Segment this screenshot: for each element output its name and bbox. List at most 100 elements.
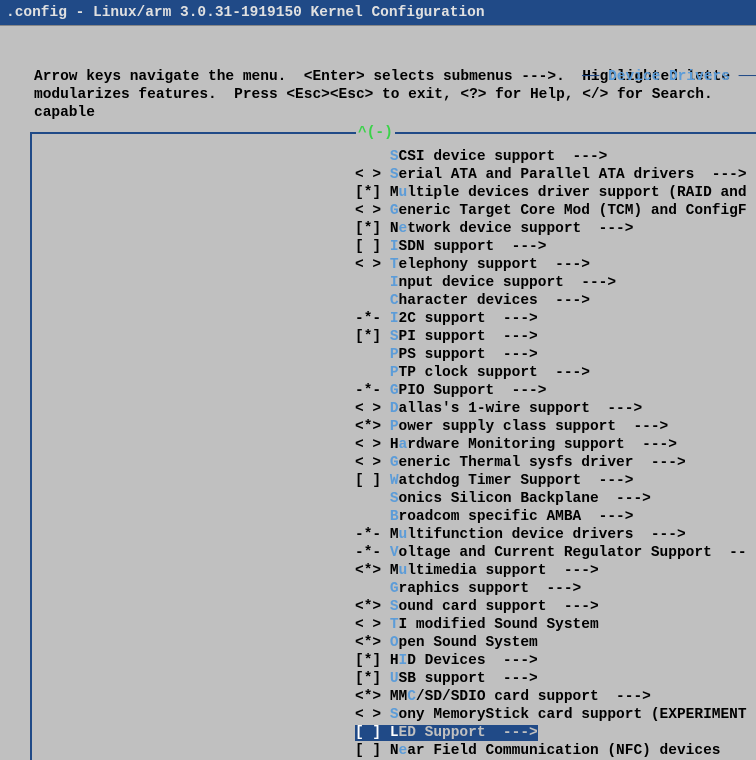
menu-item[interactable]: -*- GPIO Support ---> [355, 382, 756, 400]
item-label: haracter devices ---> [399, 293, 590, 309]
menu-item[interactable]: < > Serial ATA and Parallel ATA drivers … [355, 166, 756, 184]
item-state: < > [355, 167, 390, 183]
item-state [355, 581, 390, 597]
hotkey-char: V [390, 545, 399, 561]
item-state: [*] [355, 653, 390, 669]
item-label: ound card support ---> [399, 599, 599, 615]
item-label: SB support ---> [399, 671, 538, 687]
menu-item[interactable]: Sonics Silicon Backplane ---> [355, 490, 756, 508]
item-state [355, 347, 390, 363]
item-label: oltage and Current Regulator Support -- [399, 545, 747, 561]
item-label: ower supply class support ---> [399, 419, 669, 435]
item-state: [ ] [355, 239, 390, 255]
hotkey-char: u [399, 527, 408, 543]
menu-item[interactable]: < > Dallas's 1-wire support ---> [355, 400, 756, 418]
item-label: TP clock support ---> [399, 365, 590, 381]
section-header: ── Device Drivers ── [582, 68, 756, 86]
menu-item[interactable]: <*> Sound card support ---> [355, 598, 756, 616]
menu-item[interactable]: Graphics support ---> [355, 580, 756, 598]
menu-frame: ^(-) SCSI device support --->< > Serial … [30, 132, 756, 760]
menu-item[interactable]: < > TI modified Sound System [355, 616, 756, 634]
menu-list[interactable]: SCSI device support --->< > Serial ATA a… [32, 148, 756, 760]
main-area: ── Device Drivers ── Arrow keys navigate… [0, 26, 756, 760]
hotkey-char: S [390, 149, 399, 165]
item-label: raphics support ---> [399, 581, 582, 597]
menu-item[interactable]: <*> Open Sound System [355, 634, 756, 652]
item-state: <*> [355, 563, 390, 579]
menu-item[interactable]: [*] Network device support ---> [355, 220, 756, 238]
item-state: [*] [355, 221, 390, 237]
item-state: < > [355, 455, 390, 471]
window-titlebar: .config - Linux/arm 3.0.31-1919150 Kerne… [0, 0, 756, 26]
menu-item[interactable]: < > Hardware Monitoring support ---> [355, 436, 756, 454]
menu-item[interactable]: [ ] Near Field Communication (NFC) devic… [355, 742, 756, 760]
item-state: <*> [355, 635, 390, 651]
hotkey-char: P [390, 419, 399, 435]
item-label: D Devices ---> [407, 653, 538, 669]
menu-item[interactable]: < > Generic Target Core Mod (TCM) and Co… [355, 202, 756, 220]
item-label: /SD/SDIO card support ---> [416, 689, 651, 705]
menu-item[interactable]: [ ] Watchdog Timer Support ---> [355, 472, 756, 490]
item-state: < > [355, 437, 390, 453]
hotkey-char: u [399, 563, 408, 579]
item-state [355, 275, 390, 291]
menu-item[interactable]: Character devices ---> [355, 292, 756, 310]
hotkey-char: S [390, 167, 399, 183]
hotkey-char: C [407, 689, 416, 705]
menu-item[interactable]: SCSI device support ---> [355, 148, 756, 166]
item-label: eneric Target Core Mod (TCM) and ConfigF [399, 203, 747, 219]
menu-item[interactable]: Input device support ---> [355, 274, 756, 292]
menu-item[interactable]: [*] USB support ---> [355, 670, 756, 688]
item-state: <*> [355, 689, 390, 705]
item-label: eneric Thermal sysfs driver ---> [399, 455, 686, 471]
item-state: <*> [355, 419, 390, 435]
hotkey-char: u [399, 185, 408, 201]
hotkey-char: I [399, 653, 408, 669]
menu-item[interactable]: < > Generic Thermal sysfs driver ---> [355, 454, 756, 472]
item-state: < > [355, 203, 390, 219]
menu-item[interactable]: [*] SPI support ---> [355, 328, 756, 346]
item-label: ar Field Communication (NFC) devices [407, 743, 720, 759]
menu-item[interactable]: [ ] LED Support ---> [355, 724, 756, 742]
item-state: [*] [355, 329, 390, 345]
item-state: < > [355, 257, 390, 273]
menu-item[interactable]: < > Telephony support ---> [355, 256, 756, 274]
item-label: ltimedia support ---> [407, 563, 598, 579]
item-state [355, 149, 390, 165]
hotkey-char: G [390, 581, 399, 597]
item-label: rdware Monitoring support ---> [407, 437, 677, 453]
hotkey-char: I [390, 311, 399, 327]
item-state: [ ] [355, 743, 390, 759]
menu-item[interactable]: PTP clock support ---> [355, 364, 756, 382]
menu-item[interactable]: PPS support ---> [355, 346, 756, 364]
hotkey-char: C [390, 293, 399, 309]
item-state: [*] [355, 185, 390, 201]
menu-item[interactable]: [ ] ISDN support ---> [355, 238, 756, 256]
item-label: ltiple devices driver support (RAID and [407, 185, 746, 201]
hotkey-char: e [399, 221, 408, 237]
menu-item[interactable]: Broadcom specific AMBA ---> [355, 508, 756, 526]
item-label: atchdog Timer Support ---> [399, 473, 634, 489]
menu-item[interactable]: < > Sony MemoryStick card support (EXPER… [355, 706, 756, 724]
menu-item[interactable]: <*> MMC/SD/SDIO card support ---> [355, 688, 756, 706]
item-label: 2C support ---> [399, 311, 538, 327]
item-state: -*- [355, 527, 390, 543]
menu-item[interactable]: -*- Multifunction device drivers ---> [355, 526, 756, 544]
hotkey-char: S [390, 329, 399, 345]
menu-item[interactable]: -*- I2C support ---> [355, 310, 756, 328]
menu-item[interactable]: <*> Power supply class support ---> [355, 418, 756, 436]
hotkey-char: T [390, 617, 399, 633]
hotkey-char: G [390, 455, 399, 471]
item-state: [ ] [355, 473, 390, 489]
menu-item[interactable]: [*] HID Devices ---> [355, 652, 756, 670]
menu-item[interactable]: <*> Multimedia support ---> [355, 562, 756, 580]
menu-item[interactable]: -*- Voltage and Current Regulator Suppor… [355, 544, 756, 562]
menu-item[interactable]: [*] Multiple devices driver support (RAI… [355, 184, 756, 202]
item-label: I modified Sound System [399, 617, 599, 633]
item-state: < > [355, 401, 390, 417]
hotkey-char: S [390, 599, 399, 615]
item-state: <*> [355, 599, 390, 615]
hotkey-char: G [390, 383, 399, 399]
hotkey-char: S [390, 707, 399, 723]
item-state: [*] [355, 671, 390, 687]
